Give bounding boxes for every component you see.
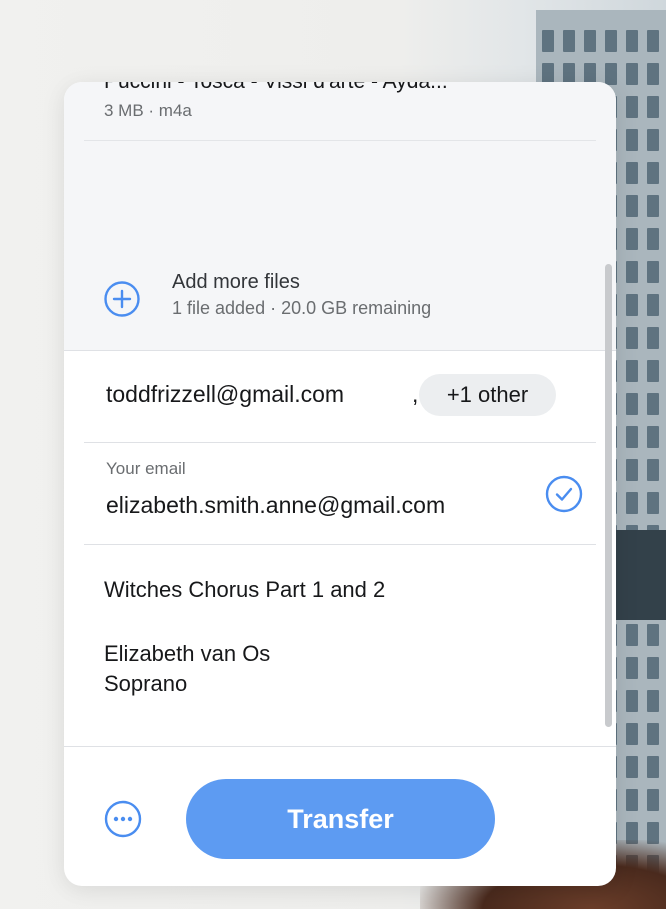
your-email-label: Your email [106,459,186,478]
building-window [647,723,659,745]
transfer-button[interactable]: Transfer [186,779,495,859]
files-section: Puccini - Tosca - Vissi d'arte - Ayda...… [64,82,616,350]
scrollbar[interactable] [605,264,612,727]
divider [64,350,616,351]
building-window [647,96,659,118]
more-options-button[interactable] [104,800,142,838]
building-window [563,30,575,52]
building-window [647,63,659,85]
building-window [626,129,638,151]
building-window [647,30,659,52]
check-circle-icon [545,475,583,513]
building-window [626,30,638,52]
building-window [647,228,659,250]
building-window [647,624,659,646]
building-window [647,129,659,151]
building-window [647,492,659,514]
building-window [626,426,638,448]
files-summary: 1 file added · 20.0 GB remaining [172,298,432,318]
building-window [626,63,638,85]
building-window [647,327,659,349]
building-window [626,624,638,646]
add-more-files-button[interactable]: Add more files 1 file added · 20.0 GB re… [104,271,564,331]
add-more-files-label: Add more files [172,271,300,293]
building-window [626,756,638,778]
building-window [647,690,659,712]
building-window [605,30,617,52]
building-window [647,393,659,415]
building-window [626,657,638,679]
file-name: Puccini - Tosca - Vissi d'arte - Ayda... [104,82,574,94]
your-email-field[interactable]: elizabeth.smith.anne@gmail.com [106,492,445,519]
building-window [626,492,638,514]
plus-circle-icon [104,281,140,317]
message-title[interactable]: Witches Chorus Part 1 and 2 [104,577,385,603]
transfer-panel: Puccini - Tosca - Vissi d'arte - Ayda...… [64,82,616,886]
recipient-separator: , [412,381,419,407]
building-window [626,459,638,481]
building-window [626,360,638,382]
building-window [626,690,638,712]
divider [64,746,616,747]
building-window [626,789,638,811]
building-window [647,195,659,217]
building-window [626,327,638,349]
building-window [542,30,554,52]
divider [84,442,596,443]
building-window [647,426,659,448]
building-window [626,723,638,745]
building-window [584,30,596,52]
building-window [647,789,659,811]
building-window [647,360,659,382]
building-window [647,294,659,316]
recipient-email[interactable]: toddfrizzell@gmail.com [106,381,344,408]
building-window [626,96,638,118]
file-meta: 3 MB · m4a [104,101,192,120]
building-window [647,162,659,184]
file-divider [84,140,596,141]
building-window [647,261,659,283]
building-window [626,393,638,415]
building-sign [614,530,666,620]
building-window [626,228,638,250]
building-window [626,195,638,217]
building-window [626,261,638,283]
building-window [647,459,659,481]
building-window [647,657,659,679]
building-window [647,756,659,778]
building-window [626,162,638,184]
recipients-field[interactable]: toddfrizzell@gmail.com , +1 other [106,373,566,423]
message-body[interactable]: Elizabeth van Os Soprano [104,639,270,699]
building-window [626,294,638,316]
divider [84,544,596,545]
more-recipients-chip[interactable]: +1 other [419,374,556,416]
